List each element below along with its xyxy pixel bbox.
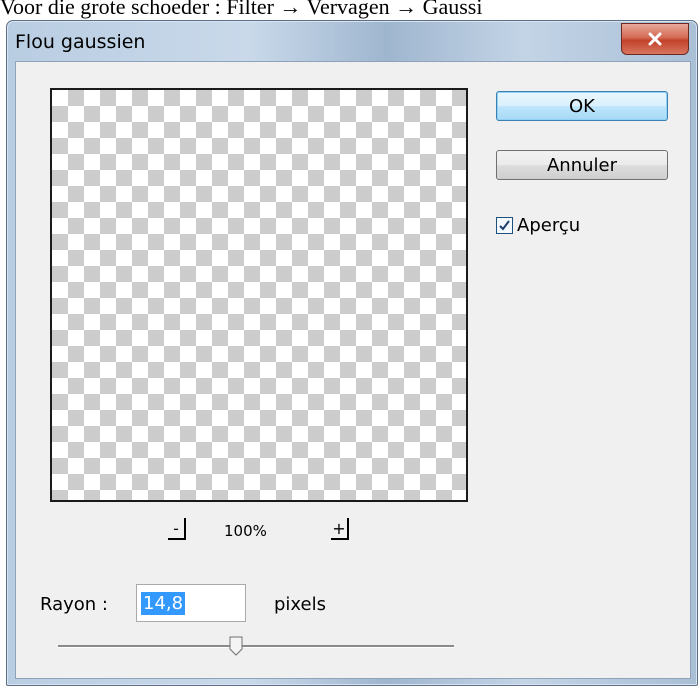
- dialog-title: Flou gaussien: [15, 31, 146, 53]
- close-button[interactable]: [621, 23, 689, 55]
- ok-button[interactable]: OK: [496, 91, 668, 121]
- radius-slider-thumb[interactable]: [229, 636, 243, 656]
- page-caption: Voor die grote schoeder : Filter → Verva…: [0, 0, 483, 19]
- preview-label: Aperçu: [517, 215, 581, 236]
- radius-unit: pixels: [274, 594, 326, 615]
- radius-input[interactable]: 14,8: [136, 584, 246, 622]
- preview-checkbox[interactable]: [496, 217, 513, 234]
- zoom-in-button[interactable]: +: [331, 518, 349, 540]
- preview-canvas[interactable]: [50, 88, 468, 502]
- zoom-level: 100%: [224, 522, 267, 540]
- radius-row: Rayon : 14,8 pixels: [40, 584, 380, 624]
- radius-slider-track[interactable]: [58, 645, 454, 648]
- cancel-button[interactable]: Annuler: [496, 150, 668, 180]
- gaussian-blur-dialog: Flou gaussien - 100% + OK Annuler Aperçu: [6, 20, 698, 686]
- zoom-out-button[interactable]: -: [168, 518, 186, 540]
- close-icon: [647, 31, 663, 47]
- radius-label: Rayon :: [40, 594, 109, 615]
- radius-value: 14,8: [141, 591, 186, 615]
- checkmark-icon: [499, 220, 510, 231]
- dialog-body: - 100% + OK Annuler Aperçu Rayon : 14,8 …: [15, 61, 691, 679]
- title-bar[interactable]: Flou gaussien: [7, 21, 697, 59]
- preview-toggle[interactable]: Aperçu: [496, 215, 580, 236]
